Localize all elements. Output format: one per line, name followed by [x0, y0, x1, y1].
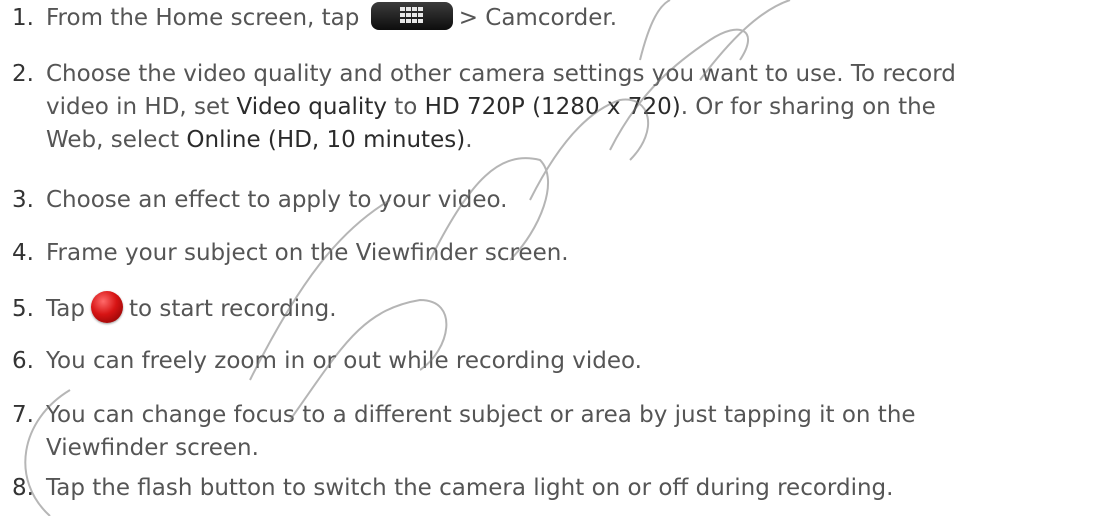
step-1: 1. From the Home screen, tap > Camcorder.: [12, 2, 1092, 35]
step-6: 6. You can freely zoom in or out while re…: [12, 345, 1092, 378]
text-segment: to: [386, 94, 425, 120]
setting-value: HD 720P (1280 x 720): [424, 94, 681, 120]
step-text: Tap: [46, 296, 85, 322]
step-number: 7.: [12, 402, 34, 428]
step-5: 5. Tap to start recording.: [12, 291, 1092, 326]
step-text-line-2: video in HD, set Video quality to HD 720…: [12, 91, 1092, 124]
step-text: Choose the video quality and other camer…: [46, 61, 956, 87]
record-button-icon: [90, 291, 123, 323]
step-text-line-3: Web, select Online (HD, 10 minutes).: [12, 124, 1092, 157]
step-2: 2. Choose the video quality and other cam…: [12, 58, 1092, 157]
text-segment: video in HD, set: [46, 94, 237, 120]
step-number: 5.: [12, 296, 34, 322]
all-apps-grid-icon: [370, 2, 453, 30]
step-text: Choose an effect to apply to your video.: [46, 187, 508, 213]
step-text: You can freely zoom in or out while reco…: [46, 348, 642, 374]
step-3: 3. Choose an effect to apply to your vide…: [12, 184, 1092, 217]
step-text: Tap the flash button to switch the camer…: [46, 475, 894, 501]
step-number: 8.: [12, 475, 34, 501]
step-number: 3.: [12, 187, 34, 213]
step-text-after: to start recording.: [128, 296, 337, 322]
step-text-after: > Camcorder.: [458, 5, 618, 31]
setting-value: Online (HD, 10 minutes): [186, 127, 466, 153]
text-segment: Web, select: [46, 127, 187, 153]
step-text: You can change focus to a different subj…: [46, 402, 916, 428]
step-number: 6.: [12, 348, 34, 374]
step-text: Frame your subject on the Viewfinder scr…: [46, 240, 569, 266]
text-segment: .: [465, 127, 473, 153]
step-number: 4.: [12, 240, 34, 266]
step-text-line-2: Viewfinder screen.: [46, 435, 259, 461]
step-number: 1.: [12, 5, 34, 31]
step-number: 2.: [12, 61, 34, 87]
instruction-steps: 1. From the Home screen, tap > Camcorder.…: [0, 0, 1099, 516]
setting-name: Video quality: [236, 94, 387, 120]
text-segment: . Or for sharing on the: [680, 94, 936, 120]
step-4: 4. Frame your subject on the Viewfinder s…: [12, 237, 1092, 270]
step-8: 8. Tap the flash button to switch the cam…: [12, 472, 1092, 505]
step-text: From the Home screen, tap: [46, 5, 360, 31]
step-7: 7. You can change focus to a different su…: [12, 399, 1092, 465]
